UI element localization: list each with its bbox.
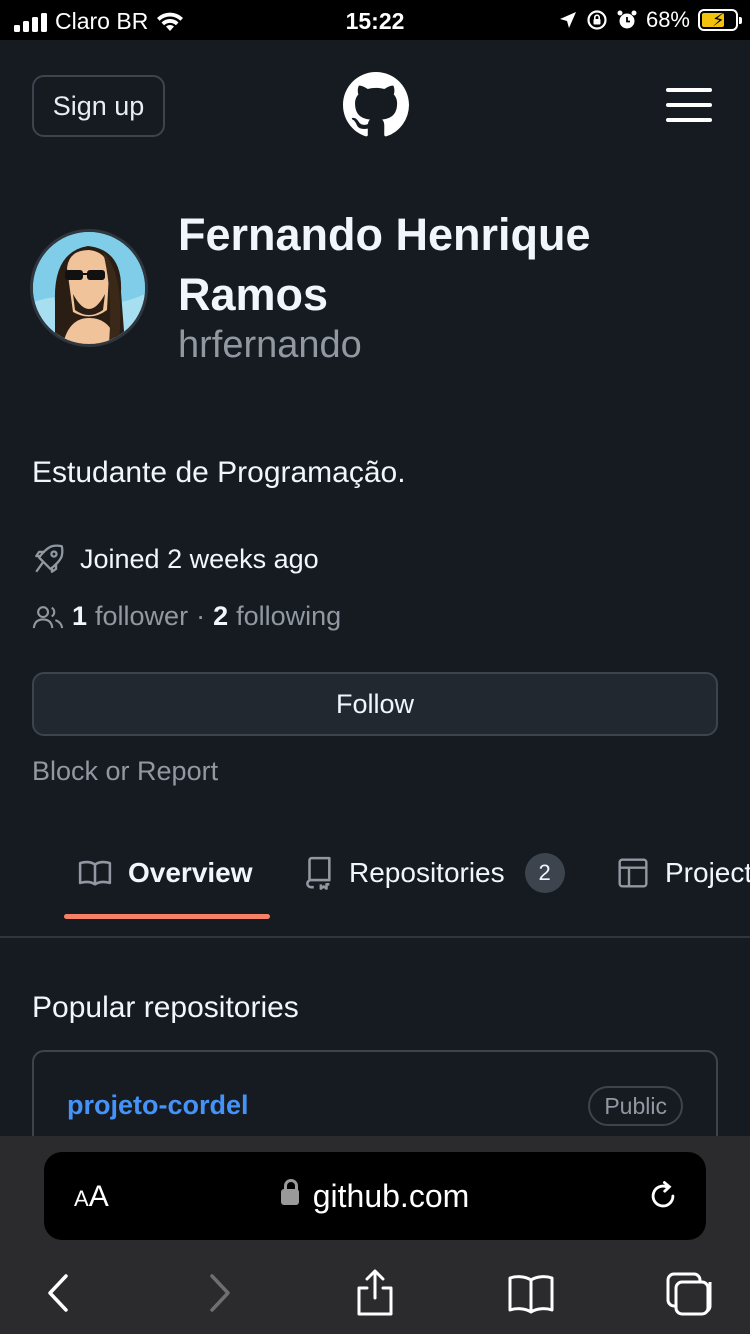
follow-stats: 1 follower · 2 following	[32, 601, 341, 632]
selected-tab-underline	[64, 914, 270, 919]
status-right: 68% ⚡	[558, 7, 742, 33]
following-count[interactable]: 2	[213, 601, 228, 632]
followers-label[interactable]: follower	[95, 601, 188, 632]
orientation-lock-icon	[587, 10, 607, 30]
profile-username: hrfernando	[178, 324, 362, 366]
forward-icon[interactable]	[194, 1268, 244, 1318]
joined-text: Joined 2 weeks ago	[80, 543, 319, 574]
follow-button[interactable]: Follow	[32, 672, 718, 736]
tab-repositories[interactable]: Repositories 2	[303, 836, 565, 910]
tabs-icon[interactable]	[664, 1268, 714, 1318]
rocket-icon	[35, 544, 64, 573]
url-display[interactable]: github.com	[44, 1178, 706, 1215]
charging-bolt-icon: ⚡	[712, 10, 725, 30]
battery-percent: 68%	[645, 7, 690, 32]
battery-icon: ⚡	[698, 9, 742, 31]
github-octocat-icon[interactable]	[343, 72, 409, 138]
tab-overview-label: Overview	[128, 857, 253, 888]
table-icon	[618, 858, 648, 888]
location-arrow-icon	[559, 12, 576, 28]
avatar[interactable]	[30, 229, 148, 347]
site-header: Sign up	[0, 40, 750, 170]
status-bar: Claro BR 15:22 68% ⚡	[0, 0, 750, 40]
share-icon[interactable]	[350, 1268, 400, 1318]
people-icon	[32, 605, 64, 628]
sign-up-button[interactable]: Sign up	[32, 75, 165, 137]
profile-bio: Estudante de Programação.	[32, 456, 406, 489]
repo-icon	[306, 856, 331, 890]
popular-repositories-heading: Popular repositories	[32, 991, 299, 1024]
block-or-report-link[interactable]: Block or Report	[32, 756, 218, 787]
tab-overview[interactable]: Overview	[78, 836, 253, 910]
browser-toolbar	[0, 1262, 750, 1322]
repositories-count-badge: 2	[524, 853, 565, 893]
address-bar[interactable]: AA github.com	[44, 1152, 706, 1240]
avatar-illustration	[33, 232, 145, 344]
back-icon[interactable]	[34, 1268, 84, 1318]
profile-full-name: Fernando Henrique Ramos	[178, 209, 591, 320]
alarm-icon	[617, 10, 637, 29]
lock-icon	[280, 1178, 299, 1205]
reload-icon[interactable]	[646, 1178, 680, 1214]
tab-repositories-label: Repositories	[349, 857, 505, 888]
book-icon	[78, 860, 112, 886]
visibility-badge: Public	[588, 1086, 683, 1126]
profile-tabs: Overview Repositories 2 Projects	[0, 836, 750, 938]
stats-separator: ·	[196, 601, 206, 631]
url-text: github.com	[312, 1178, 470, 1214]
hamburger-menu-icon[interactable]	[666, 88, 712, 122]
bookmarks-icon[interactable]	[506, 1268, 556, 1318]
joined-date: Joined 2 weeks ago	[32, 542, 319, 576]
followers-count[interactable]: 1	[72, 601, 87, 632]
tab-projects[interactable]: Projects	[617, 836, 750, 910]
tab-projects-label: Projects	[665, 857, 750, 888]
following-label[interactable]: following	[236, 601, 341, 632]
browser-bottom-bar: AA github.com	[0, 1136, 750, 1334]
repository-link[interactable]: projeto-cordel	[67, 1090, 249, 1121]
